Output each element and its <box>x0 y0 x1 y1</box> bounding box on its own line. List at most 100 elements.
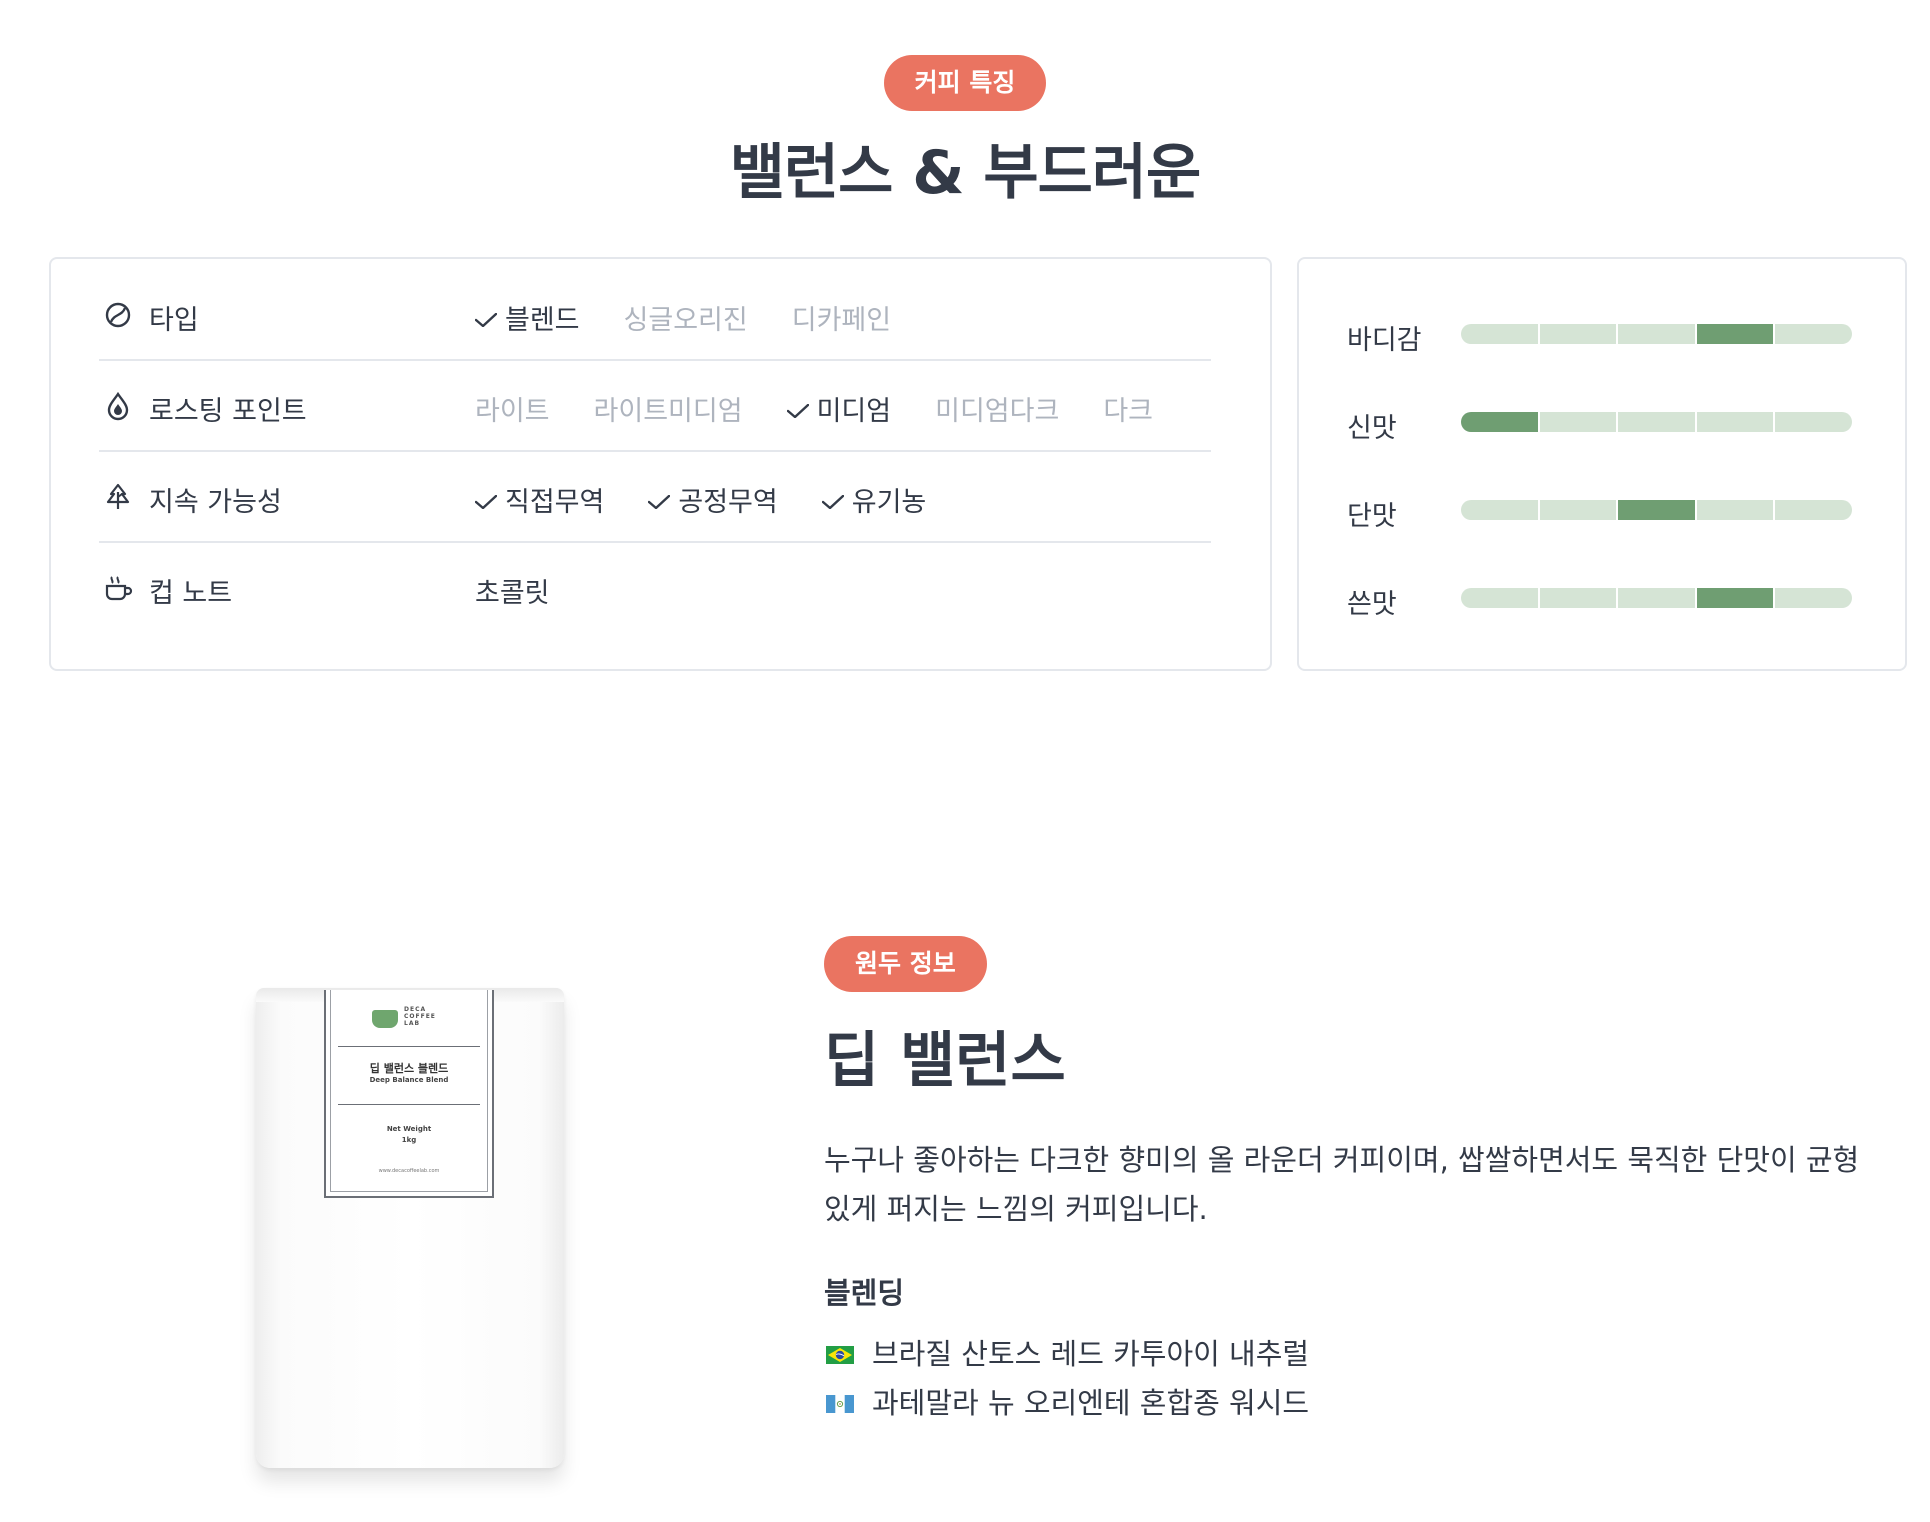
blend-item-text: 브라질 산토스 레드 카투아이 내추럴 <box>872 1337 1310 1371</box>
taste-bar-segment <box>1775 324 1852 344</box>
taste-bar-segment <box>1539 324 1619 344</box>
attr-options-type: 블렌드 싱글오리진 디카페인 <box>475 298 935 337</box>
attr-option-label: 라이트 <box>475 396 550 427</box>
feature-title-wrap: 밸런스 & 부드러운 <box>0 124 1930 211</box>
attr-option: 라이트 <box>475 389 550 428</box>
bag-name-en: Deep Balance Blend <box>369 1076 449 1084</box>
taste-bar-segment <box>1539 412 1619 432</box>
taste-bar-segment <box>1696 412 1776 432</box>
taste-bar <box>1461 588 1852 608</box>
taste-bar-segment <box>1618 588 1697 608</box>
attr-row-cup-notes: 컵 노트 초콜릿 <box>99 544 1211 634</box>
bag-weight-value: 1kg <box>401 1136 417 1144</box>
attr-option: 라이트미디엄 <box>594 389 743 428</box>
taste-bar-segment <box>1775 412 1852 432</box>
taste-label: 바디감 <box>1347 325 1422 356</box>
check-icon <box>475 313 497 327</box>
brand-logo: DECA COFFEE LAB <box>372 1006 452 1030</box>
taste-label: 신맛 <box>1347 413 1397 444</box>
droplet-icon <box>107 391 129 421</box>
taste-row: 바디감 <box>1347 314 1852 356</box>
product-description: 누구나 좋아하는 다크한 향미의 올 라운더 커피이며, 쌉쌀하면서도 묵직한 … <box>824 1143 1860 1226</box>
check-icon <box>475 495 497 509</box>
taste-row: 신맛 <box>1347 402 1852 444</box>
taste-label: 단맛 <box>1347 501 1397 532</box>
attr-option: 싱글오리진 <box>624 298 748 337</box>
attr-option: 미디엄 <box>786 389 892 428</box>
taste-bar-segment <box>1618 324 1697 344</box>
blend-item-text: 과테말라 뉴 오리엔테 혼합종 워시드 <box>872 1386 1310 1420</box>
taste-bar <box>1461 412 1852 432</box>
feature-badge-wrap: 커피 특징 <box>0 55 1930 111</box>
taste-card: 바디감 신맛 단맛 쓴맛 <box>1297 257 1907 671</box>
attr-label-sustainability: 지속 가능성 <box>149 487 282 518</box>
attr-label-cup-notes: 컵 노트 <box>149 578 233 609</box>
product-badge: 원두 정보 <box>824 936 987 992</box>
attr-option-label: 공정무역 <box>678 487 778 518</box>
attr-option-label: 미디엄다크 <box>935 396 1060 427</box>
attr-option-label: 다크 <box>1103 396 1153 427</box>
attr-row-sustainability: 지속 가능성 직접무역 공정무역 유기농 <box>99 453 1211 543</box>
blend-list: 브라질 산토스 레드 카투아이 내추럴 과테말라 뉴 오리엔테 혼합종 워시드 <box>824 1330 1309 1428</box>
attr-option: 유기농 <box>821 480 927 519</box>
attr-option-label: 블렌드 <box>505 305 580 336</box>
bag-name-ko: 딥 밸런스 블렌드 <box>369 1062 449 1075</box>
attr-options-roasting: 라이트 라이트미디엄 미디엄 미디엄다크 다크 <box>475 389 1197 428</box>
taste-label: 쓴맛 <box>1347 589 1397 620</box>
guatemala-flag-icon <box>826 1395 854 1413</box>
taste-bar-segment <box>1539 500 1619 520</box>
taste-bar <box>1461 500 1852 520</box>
taste-bar <box>1461 324 1852 344</box>
brazil-flag-icon <box>826 1346 854 1364</box>
attr-option: 직접무역 <box>475 480 604 519</box>
blend-item: 브라질 산토스 레드 카투아이 내추럴 <box>824 1330 1309 1379</box>
blend-heading: 블렌딩 <box>824 1276 905 1310</box>
taste-bar-segment <box>1461 588 1540 608</box>
attr-option-label: 라이트미디엄 <box>593 396 743 427</box>
taste-bar-segment-active <box>1696 588 1776 608</box>
product-info: 원두 정보 딥 밸런스 누구나 좋아하는 다크한 향미의 올 라운더 커피이며,… <box>824 936 1864 1420</box>
attr-label-type: 타입 <box>149 305 199 336</box>
cup-icon <box>105 576 133 601</box>
bag-url: www.decacoffeelab.com <box>378 1168 440 1174</box>
taste-bar-segment-active <box>1696 324 1776 344</box>
feature-title: 밸런스 & 부드러운 <box>729 138 1202 208</box>
attr-option: 공정무역 <box>648 480 778 519</box>
check-icon <box>648 495 671 509</box>
taste-row: 쓴맛 <box>1347 578 1852 620</box>
bag-divider <box>338 1104 480 1105</box>
tree-icon <box>106 483 130 509</box>
attr-options-sustainability: 직접무역 공정무역 유기농 <box>475 480 970 519</box>
blend-item: 과테말라 뉴 오리엔테 혼합종 워시드 <box>824 1379 1309 1428</box>
taste-bar-segment-active <box>1618 500 1697 520</box>
attr-option-label: 미디엄 <box>816 396 892 427</box>
bag-weight-label: Net Weight <box>386 1125 432 1133</box>
bag-weight: Net Weight 1kg <box>326 1124 492 1146</box>
attr-option-label: 유기농 <box>851 487 927 518</box>
taste-bar-segment <box>1461 500 1540 520</box>
coffee-bean-icon <box>105 302 131 328</box>
attr-option: 디카페인 <box>792 298 891 337</box>
attr-option-label: 직접무역 <box>505 487 605 518</box>
bag-divider <box>338 1046 480 1047</box>
check-icon <box>821 495 844 509</box>
bag-label: DECA COFFEE LAB 딥 밸런스 블렌드 Deep Balance B… <box>324 990 494 1198</box>
attr-option: 미디엄다크 <box>935 389 1059 428</box>
taste-bar-segment <box>1461 324 1540 344</box>
attr-row-type: 타입 블렌드 싱글오리진 디카페인 <box>99 271 1211 361</box>
product-name: 딥 밸런스 <box>824 1026 1066 1096</box>
attr-row-roasting: 로스팅 포인트 라이트 라이트미디엄 미디엄 미디엄다크 다크 <box>99 362 1211 452</box>
attr-option-label: 디카페인 <box>791 305 892 336</box>
attr-option-label: 싱글오리진 <box>623 305 748 336</box>
taste-bar-segment-active <box>1461 412 1540 432</box>
coffee-bag-image: DECA COFFEE LAB 딥 밸런스 블렌드 Deep Balance B… <box>256 988 564 1468</box>
attr-option: 블렌드 <box>475 298 580 337</box>
brand-name: DECA COFFEE LAB <box>404 1006 436 1027</box>
cup-note-value: 초콜릿 <box>475 578 550 609</box>
check-icon <box>786 404 809 418</box>
attr-options-cup-notes: 초콜릿 <box>475 571 594 610</box>
taste-bar-segment <box>1539 588 1619 608</box>
taste-bar-segment <box>1775 500 1852 520</box>
attributes-card: 타입 블렌드 싱글오리진 디카페인 로스팅 포인트 라이트 라이트미디엄 미디엄 미디엄다… <box>49 257 1272 671</box>
taste-bar-segment <box>1775 588 1852 608</box>
